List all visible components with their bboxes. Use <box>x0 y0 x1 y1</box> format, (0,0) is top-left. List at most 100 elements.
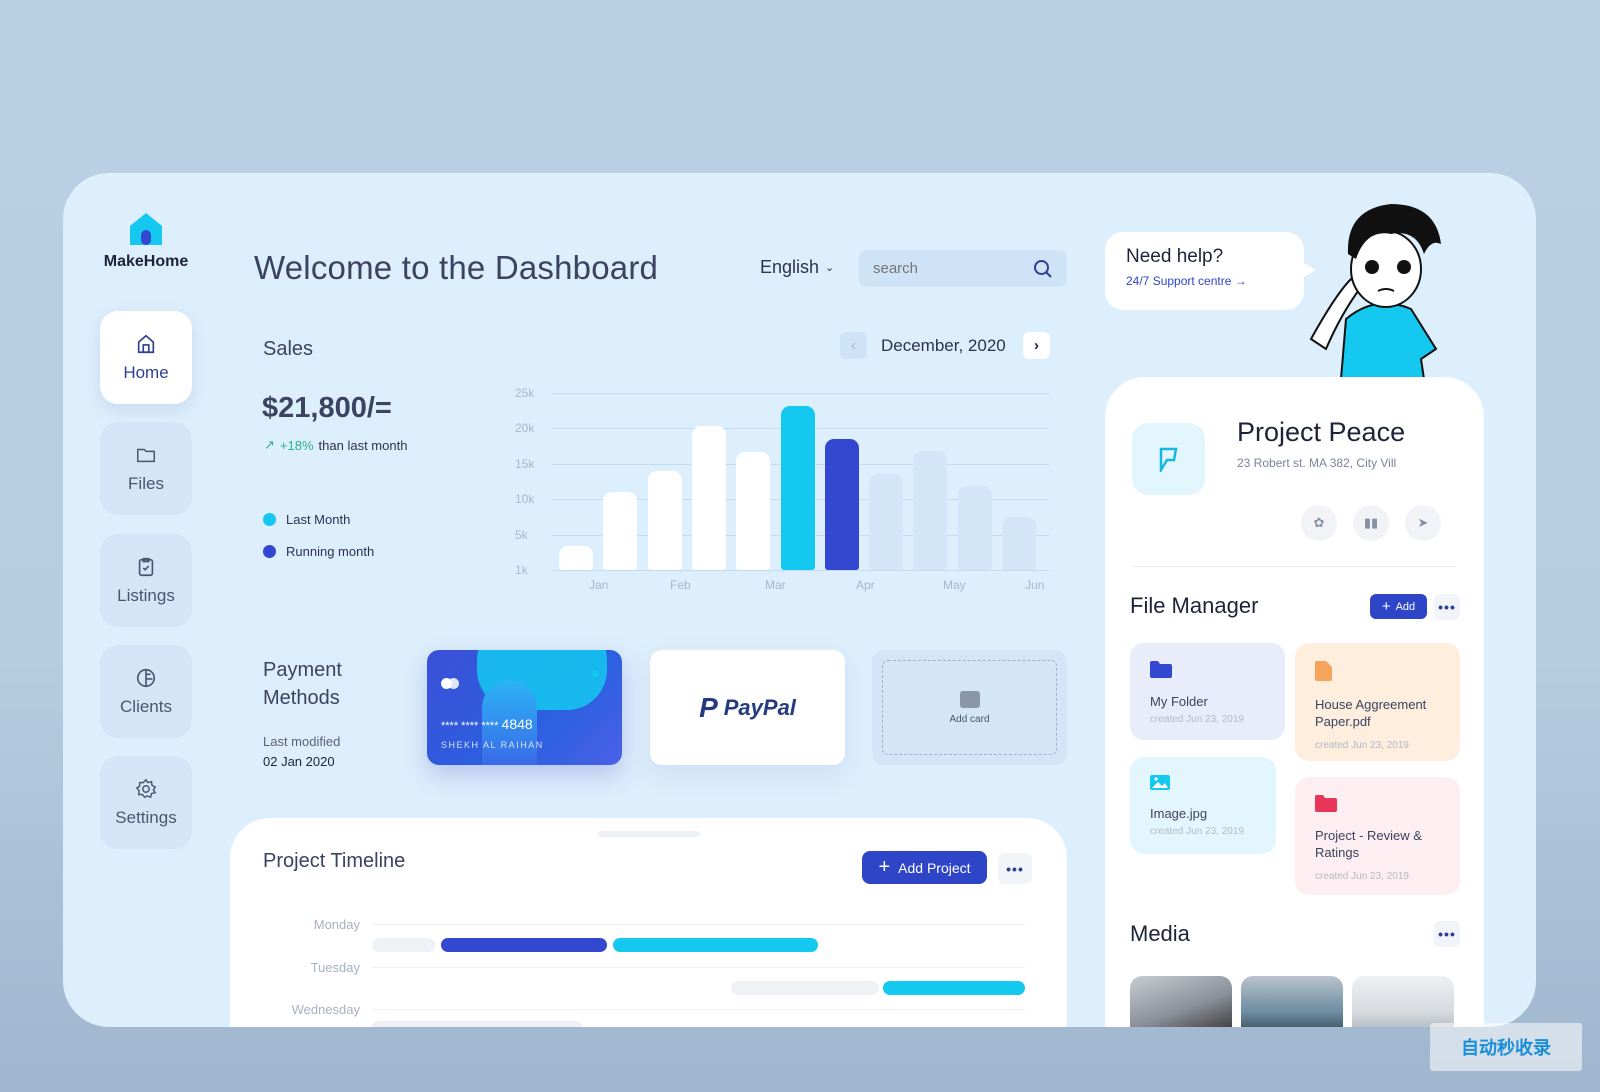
leaf-button[interactable]: ✿ <box>1301 505 1337 541</box>
paypal-icon: P <box>699 691 718 723</box>
chart-bar[interactable] <box>824 439 859 570</box>
prev-month-button[interactable]: ‹ <box>840 332 867 359</box>
card-icon <box>959 690 980 708</box>
y-tick-label: 20k <box>515 421 535 436</box>
timeline-bar[interactable] <box>441 938 607 952</box>
send-button[interactable]: ➤ <box>1405 505 1441 541</box>
card-holder: SHEKH AL RAIHAN <box>441 740 544 750</box>
payment-title-line: Methods <box>263 687 340 709</box>
chevron-down-icon: ⌄ <box>825 262 835 274</box>
add-card-label: Add card <box>949 713 990 725</box>
support-link[interactable]: 24/7 Support centre → <box>1126 274 1283 288</box>
sidebar-item-label: Files <box>128 473 164 493</box>
chart-bar[interactable] <box>913 451 948 570</box>
row-divider <box>372 924 1025 925</box>
timeline-bar[interactable] <box>372 1021 582 1027</box>
page-title: Welcome to the Dashboard <box>254 249 659 286</box>
project-name: Project Peace <box>1237 417 1406 447</box>
chart-bar[interactable] <box>1002 516 1036 570</box>
columns-button[interactable]: ▮▮ <box>1353 505 1389 541</box>
timeline-bar[interactable] <box>883 981 1025 995</box>
timeline-bar[interactable] <box>613 938 818 952</box>
file-item[interactable]: My Folder created Jun 23, 2019 <box>1130 643 1285 740</box>
timeline-title: Project Timeline <box>263 850 406 872</box>
divider <box>1132 566 1456 567</box>
legend-label: Running month <box>286 544 375 559</box>
sidebar-item-listings[interactable]: Listings <box>100 534 192 627</box>
media-thumbnail[interactable] <box>1352 976 1454 1027</box>
last-modified-date: 02 Jan 2020 <box>263 754 335 769</box>
chart-bar[interactable] <box>647 470 682 570</box>
project-address: 23 Robert st. MA 382, City Vill <box>1237 456 1397 470</box>
chart-bar[interactable] <box>559 545 593 570</box>
media-thumbnail[interactable] <box>1241 976 1343 1027</box>
file-name: Image.jpg <box>1150 806 1208 821</box>
search-icon[interactable] <box>1033 259 1053 279</box>
mastercard-icon <box>441 678 459 689</box>
folder-icon <box>1315 795 1337 812</box>
pdf-file-icon <box>1315 661 1332 681</box>
paypal-card[interactable]: P PayPal <box>650 650 845 765</box>
language-dropdown[interactable]: English ⌄ <box>760 257 834 278</box>
send-icon: ➤ <box>1417 515 1429 530</box>
sidebar-item-label: Home <box>123 362 169 382</box>
plus-icon: + <box>1381 598 1391 615</box>
day-label: Monday <box>313 917 360 932</box>
help-bubble[interactable]: Need help? 24/7 Support centre → <box>1105 232 1316 310</box>
timeline-bar[interactable] <box>731 981 879 995</box>
logo-icon <box>129 212 163 251</box>
legend-swatch <box>263 545 276 558</box>
media-more-button[interactable]: ••• <box>1434 921 1460 947</box>
sidebar-item-files[interactable]: Files <box>100 422 192 515</box>
plus-icon: + <box>878 856 891 878</box>
timeline-bar[interactable] <box>372 938 435 952</box>
sidebar-item-settings[interactable]: Settings <box>100 756 192 849</box>
timeline-more-button[interactable]: ••• <box>998 853 1032 884</box>
change-text: than last month <box>318 437 408 453</box>
project-timeline: Project Timeline + Add Project ••• Monday… <box>230 818 1067 1027</box>
row-divider <box>372 1009 1025 1010</box>
next-month-button[interactable]: › <box>1023 332 1050 359</box>
file-item[interactable]: Image.jpg created Jun 23, 2019 <box>1130 757 1276 854</box>
file-item[interactable]: House Aggreement Paper.pdf created Jun 2… <box>1295 643 1460 761</box>
arrow-right-icon: → <box>1234 274 1247 288</box>
file-item[interactable]: Project - Review & Ratings created Jun 2… <box>1295 777 1460 895</box>
trend-up-icon: ↗ <box>264 437 275 452</box>
chevron-left-icon: ‹ <box>851 337 856 354</box>
chart-bar[interactable] <box>869 474 904 570</box>
chart-bar[interactable] <box>691 425 726 570</box>
credit-card[interactable]: **** **** **** 4848 SHEKH AL RAIHAN <box>427 650 622 765</box>
gridline <box>552 570 1049 571</box>
media-thumbnail[interactable] <box>1130 976 1232 1027</box>
y-tick-label: 5k <box>515 527 528 542</box>
help-title: Need help? <box>1126 246 1224 267</box>
row-divider <box>372 967 1025 968</box>
globe-icon <box>136 668 156 687</box>
search-box <box>859 250 1067 287</box>
x-tick-label: Feb <box>670 578 691 592</box>
add-card-button[interactable]: Add card <box>872 650 1067 765</box>
search-input[interactable] <box>873 260 1023 277</box>
sales-change: ↗ +18% than last month <box>264 437 407 453</box>
chart-bar[interactable] <box>957 485 992 570</box>
add-project-button[interactable]: + Add Project <box>862 851 987 884</box>
sidebar-item-label: Clients <box>120 696 172 716</box>
drag-handle[interactable] <box>598 831 700 837</box>
legend-label: Last Month <box>286 512 351 527</box>
chart-bar[interactable] <box>603 492 638 570</box>
chart-bar[interactable] <box>736 451 771 570</box>
add-file-label: Add <box>1395 600 1416 613</box>
more-icon: ••• <box>1438 599 1456 615</box>
file-manager-title: File Manager <box>1130 593 1259 618</box>
file-date: created Jun 23, 2019 <box>1315 740 1409 751</box>
legend-last-month: Last Month <box>263 512 350 527</box>
sidebar-item-label: Listings <box>117 585 175 605</box>
sidebar-item-home[interactable]: Home <box>100 311 192 404</box>
chart-bar[interactable] <box>780 406 815 570</box>
files-more-button[interactable]: ••• <box>1434 594 1460 620</box>
payment-title: Payment Methods <box>263 656 342 712</box>
add-file-button[interactable]: + Add <box>1370 594 1427 619</box>
sales-title: Sales <box>263 338 314 360</box>
sidebar-item-clients[interactable]: Clients <box>100 645 192 738</box>
file-name: House Aggreement Paper.pdf <box>1315 697 1427 729</box>
